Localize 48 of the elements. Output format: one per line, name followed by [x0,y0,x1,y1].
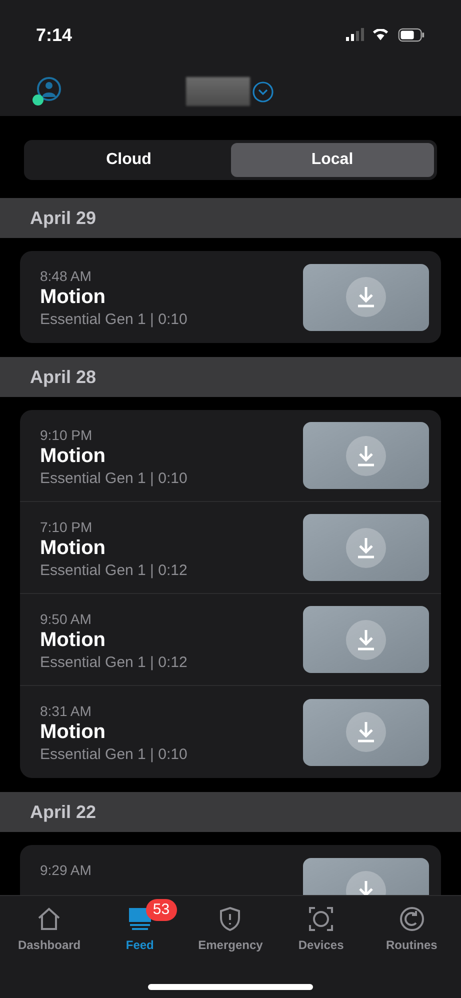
event-title: Motion [40,628,107,653]
tab-bar-item[interactable]: Emergency [186,899,274,954]
segment-tab[interactable]: Cloud [27,143,230,177]
wifi-icon [372,28,389,42]
download-thumbnail[interactable] [303,514,429,581]
event-time: 7:10 PM [40,518,94,536]
event-time: 8:31 AM [40,702,92,720]
event-title: Motion [40,285,107,310]
event-time: 9:10 PM [40,426,94,444]
camera-icon [308,906,334,932]
event-detail: Essential Gen 1 | 0:12 [40,561,188,581]
tab-bar-item[interactable]: Feed 53 [96,899,184,954]
date-header: April 28 [0,357,461,397]
event-title: Motion [40,536,107,561]
date-header: April 22 [0,792,461,832]
download-thumbnail[interactable] [303,698,429,766]
redacted-title [186,77,250,106]
count-badge: 53 [146,899,177,921]
account-icon[interactable] [32,76,62,106]
routine-icon [398,906,425,932]
download-thumbnail[interactable] [303,606,429,673]
download-icon [346,436,386,476]
event-time: 9:50 AM [40,610,92,628]
chevron-down-icon[interactable] [252,80,274,102]
download-thumbnail[interactable] [303,422,429,489]
event-time: 9:29 AM [40,861,92,879]
event-time: 8:48 AM [40,267,92,285]
segment-tab[interactable]: Local [230,143,434,177]
home-icon [36,906,62,932]
tab-bar-item[interactable]: Dashboard [5,899,94,954]
event-detail: Essential Gen 1 | 0:10 [40,469,188,489]
signal-icon [346,28,364,42]
battery-icon [397,28,425,42]
event-detail: Essential Gen 1 | 0:10 [40,310,188,330]
download-thumbnail[interactable] [303,264,429,330]
event-title: Motion [40,720,107,745]
clock-time: 7:14 [36,24,72,46]
download-icon [346,620,386,660]
download-icon [346,528,386,568]
event-detail: Essential Gen 1 | 0:12 [40,653,188,673]
date-header: April 29 [0,198,461,238]
tab-bar-item[interactable]: Routines [368,899,456,954]
event-detail: Essential Gen 1 | 0:10 [40,745,188,765]
feed-icon [126,906,153,932]
event-title: Motion [40,444,107,469]
tab-bar-item[interactable]: Devices [277,899,366,954]
download-icon [346,712,386,752]
download-icon [346,277,386,317]
